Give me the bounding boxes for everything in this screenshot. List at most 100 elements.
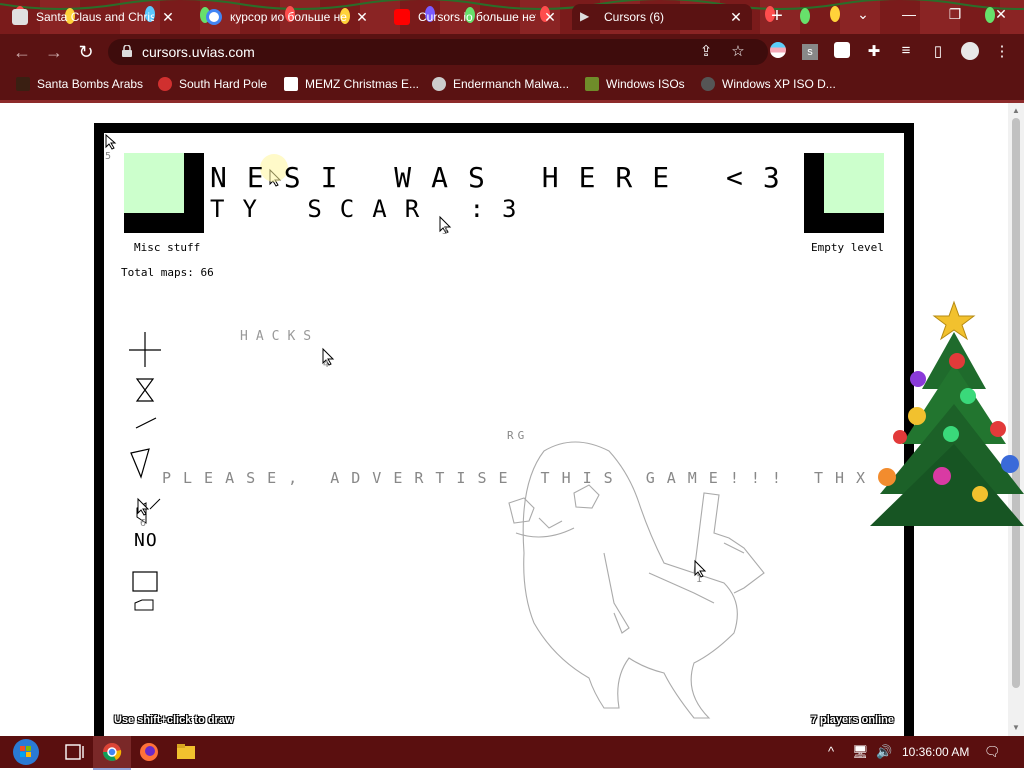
- bookmark-item[interactable]: Windows ISOs: [585, 77, 685, 91]
- tab-title: курсор ио больше не: [230, 10, 347, 24]
- start-button[interactable]: [8, 736, 46, 768]
- side-panel-icon[interactable]: ▯: [928, 42, 948, 62]
- bookmark-item[interactable]: South Hard Pole: [158, 77, 267, 91]
- memz-icon: [284, 77, 298, 91]
- profile-avatar-icon[interactable]: [960, 42, 980, 62]
- drawing-rectangle: [132, 571, 158, 592]
- bookmark-label: Santa Bombs Arabs: [37, 77, 144, 91]
- file-explorer-taskbar-button[interactable]: [167, 736, 205, 768]
- portal-misc-stuff[interactable]: [124, 153, 204, 233]
- bookmark-item[interactable]: Windows XP ISO D...: [701, 77, 836, 91]
- tab-title: Cursors (6): [604, 10, 665, 24]
- game-drawing-layer: [105, 133, 884, 719]
- cursor-5-icon: [105, 133, 117, 150]
- draw-hint-text: Use shift+click to draw: [114, 714, 234, 726]
- extensions-puzzle-icon[interactable]: ✚: [864, 42, 884, 62]
- cursor-number-label: 6: [140, 518, 147, 529]
- tab-title: Santa Claus and Christ: [36, 10, 154, 24]
- extension-face-icon[interactable]: [832, 42, 852, 62]
- snowflake-icon: [158, 77, 172, 91]
- portal-empty-level[interactable]: [804, 153, 884, 233]
- portal-label-empty: Empty level: [811, 241, 884, 254]
- bookmark-label: South Hard Pole: [179, 77, 268, 91]
- task-view-icon[interactable]: [56, 736, 94, 768]
- bookmark-label: Endermanch Malwa...: [453, 77, 570, 91]
- rg-text: RG: [507, 429, 529, 442]
- show-hidden-icons-icon[interactable]: ^: [828, 744, 834, 759]
- tab-santa-claus[interactable]: Santa Claus and Christ ✕: [12, 4, 176, 30]
- folder-icon: [177, 744, 195, 759]
- close-tab-icon[interactable]: ✕: [728, 9, 744, 26]
- restore-icon[interactable]: ❐: [940, 6, 970, 23]
- share-icon[interactable]: ⇪: [696, 42, 716, 62]
- drawing-plus: [129, 332, 161, 367]
- cursor-icon: ▶: [580, 9, 590, 23]
- tab-favicon-icon: [12, 9, 28, 25]
- drawing-triangle: [130, 448, 150, 479]
- menu-kebab-icon[interactable]: ⋮: [992, 42, 1012, 62]
- back-icon[interactable]: ←: [10, 42, 34, 63]
- drawing-slash: [135, 417, 157, 429]
- drawing-x: [135, 378, 155, 402]
- minimize-icon[interactable]: —: [894, 6, 924, 22]
- bookmark-item[interactable]: Endermanch Malwa...: [432, 77, 569, 91]
- extension-s-icon[interactable]: s: [800, 42, 820, 62]
- google-icon: [206, 9, 222, 25]
- headline-nesi: NESI WAS HERE <3: [210, 161, 800, 194]
- address-bar[interactable]: cursors.uvias.com ⇪ ☆: [108, 39, 768, 65]
- chrome-icon: [103, 743, 122, 761]
- firefox-taskbar-button[interactable]: [130, 736, 168, 768]
- bookmark-item[interactable]: MEMZ Christmas E...: [284, 77, 419, 91]
- profile-flag-icon[interactable]: [768, 42, 788, 62]
- close-tab-icon[interactable]: ✕: [354, 9, 370, 26]
- lock-icon: [122, 45, 132, 57]
- scroll-up-icon[interactable]: ▲: [1012, 106, 1020, 115]
- tab-cursor-io-google[interactable]: курсор ио больше не ✕: [206, 4, 370, 30]
- scroll-down-icon[interactable]: ▼: [1012, 723, 1020, 732]
- cursor-number-label: 3: [442, 226, 449, 237]
- reload-icon[interactable]: ↻: [74, 42, 98, 63]
- close-window-icon[interactable]: ✕: [986, 6, 1016, 23]
- clock-time[interactable]: 10:36:00 AM: [902, 745, 969, 759]
- bookmark-label: Windows XP ISO D...: [722, 77, 836, 91]
- youtube-icon: [394, 9, 410, 25]
- total-maps-text: Total maps: 66: [121, 266, 214, 279]
- bookmark-label: MEMZ Christmas E...: [305, 77, 420, 91]
- close-tab-icon[interactable]: ✕: [160, 9, 176, 26]
- media-controls-icon[interactable]: ≡: [896, 42, 916, 62]
- browser-toolbar: ← → ↻ cursors.uvias.com ⇪ ☆ s ✚ ≡ ▯ ⋮: [0, 34, 1024, 70]
- bookmark-star-icon[interactable]: ☆: [728, 42, 748, 62]
- no-text: NO: [134, 530, 158, 551]
- endermanch-icon: [432, 77, 446, 91]
- notifications-icon[interactable]: 🗨: [984, 744, 1001, 760]
- chrome-taskbar-button[interactable]: [93, 736, 131, 770]
- volume-icon[interactable]: 🔊: [876, 744, 892, 760]
- hacks-text: HACKS: [240, 329, 320, 344]
- drawing-small-shape: [134, 599, 154, 611]
- tab-cursors-youtube[interactable]: Cursors.io больше нет ✕: [394, 4, 558, 30]
- christmas-tree-decoration: [870, 300, 1024, 526]
- tab-cursors-active[interactable]: ▶ Cursors (6) ✕: [572, 4, 752, 30]
- game-canvas-frame: NESI WAS HERE <3 TY SCAR :3 HACKS PLEASE…: [94, 123, 914, 736]
- bookmark-item[interactable]: Santa Bombs Arabs: [16, 77, 143, 91]
- cursor-number-label: 4: [323, 359, 330, 370]
- forward-icon[interactable]: →: [42, 42, 66, 63]
- santa-icon: [16, 77, 30, 91]
- close-tab-icon[interactable]: ✕: [542, 9, 558, 26]
- windows-isos-icon: [585, 77, 599, 91]
- firefox-icon: [140, 743, 158, 761]
- windows-taskbar: ^ 🖥 🔊 10:36:00 AM 🗨: [0, 736, 1024, 770]
- players-online-text: 7 players online: [810, 714, 894, 726]
- tab-search-chevron-icon[interactable]: ⌄: [848, 6, 878, 23]
- portal-label-misc: Misc stuff: [134, 241, 201, 254]
- tab-strip: Santa Claus and Christ ✕ курсор ио больш…: [0, 0, 1024, 34]
- new-tab-button[interactable]: +: [766, 5, 788, 28]
- game-canvas[interactable]: NESI WAS HERE <3 TY SCAR :3 HACKS PLEASE…: [104, 133, 904, 736]
- windows-start-icon: [13, 739, 39, 765]
- network-icon[interactable]: 🖥: [852, 744, 869, 760]
- cursor-number-label: 1: [696, 574, 703, 585]
- bookmarks-bar: Santa Bombs Arabs South Hard Pole MEMZ C…: [0, 70, 1024, 100]
- advert-text: PLEASE, ADVERTISE THIS GAME!!! THX <3: [162, 469, 904, 487]
- headline-ty-scar: TY SCAR :3: [210, 195, 535, 223]
- bookmark-label: Windows ISOs: [606, 77, 685, 91]
